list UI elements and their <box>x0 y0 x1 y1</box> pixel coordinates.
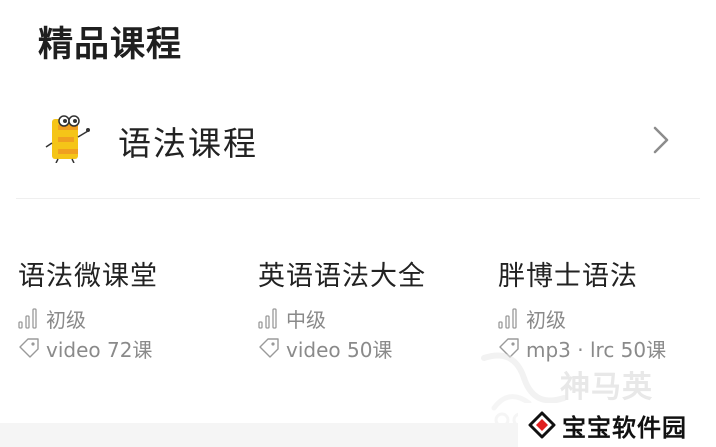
tag-icon <box>18 337 40 359</box>
site-name: 宝宝软件园 <box>562 413 687 442</box>
course-level-text: 初级 <box>526 307 566 332</box>
site-logo-icon <box>528 411 556 439</box>
course-level: 中级 <box>258 306 326 332</box>
section-title: 精品课程 <box>38 25 183 65</box>
site-watermark: 宝宝软件园 <box>518 403 716 447</box>
category-label: 语法课程 <box>118 124 258 163</box>
course-level: 初级 <box>498 306 566 332</box>
e-mascot-icon <box>44 113 92 164</box>
course-level-text: 初级 <box>46 307 86 332</box>
course-title: 语法微课堂 <box>18 261 158 292</box>
course-category-grammar[interactable]: 语法课程 <box>16 95 700 199</box>
course-level: 初级 <box>18 306 86 332</box>
course-media: video 72课 <box>18 336 153 362</box>
course-media-text: video 50课 <box>286 337 393 362</box>
signal-bars-icon <box>498 307 520 329</box>
course-media-text: video 72课 <box>46 337 153 362</box>
signal-bars-icon <box>258 307 280 329</box>
chevron-right-icon[interactable] <box>652 125 670 155</box>
signal-bars-icon <box>18 307 40 329</box>
course-title: 胖博士语法 <box>498 261 638 292</box>
course-title: 英语语法大全 <box>258 261 426 292</box>
course-card[interactable]: 英语语法大全 中级 video 50课 <box>258 250 488 370</box>
course-level-text: 中级 <box>286 307 326 332</box>
watermark-ghost-text: 神马英 <box>560 370 653 405</box>
course-media: video 50课 <box>258 336 393 362</box>
course-card[interactable]: 语法微课堂 初级 video 72课 <box>18 250 248 370</box>
tag-icon <box>258 337 280 359</box>
course-list: 语法微课堂 初级 video 72课 英语语法大全 中级 video 50课 胖… <box>0 250 716 380</box>
